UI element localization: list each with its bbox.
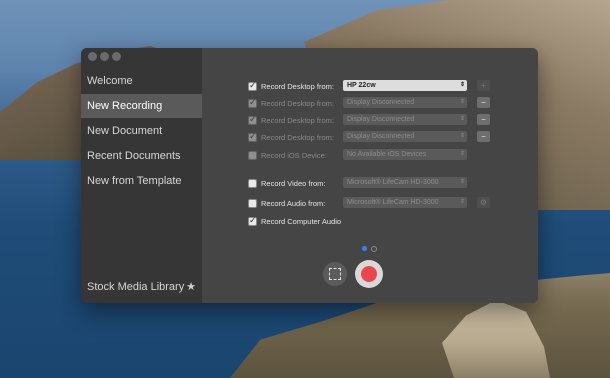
chevron-updown-icon: ⇕ xyxy=(459,199,465,205)
record-desktop-label-3: Record Desktop from: xyxy=(261,115,334,125)
record-video-label: Record Video from: xyxy=(261,178,326,188)
select-area-button[interactable] xyxy=(323,262,347,286)
sidebar-item-recent-documents[interactable]: Recent Documents xyxy=(81,144,202,168)
sidebar-item-new-document[interactable]: New Document xyxy=(81,119,202,143)
stock-media-library-link[interactable]: Stock Media Library ★ xyxy=(81,277,202,297)
record-desktop-row-1: Record Desktop from: xyxy=(248,79,347,93)
record-ios-row: Record iOS Device: xyxy=(248,148,347,162)
title-bar xyxy=(81,48,202,66)
record-desktop-checkbox-4[interactable] xyxy=(248,131,257,142)
record-desktop-select-3[interactable]: Display Disconnected ⇕ xyxy=(343,114,467,125)
record-desktop-select-3-value: Display Disconnected xyxy=(347,116,415,123)
close-window-button[interactable] xyxy=(88,52,97,61)
record-audio-row: Record Audio from: xyxy=(248,196,347,210)
sidebar-item-new-recording[interactable]: New Recording xyxy=(81,94,202,118)
sidebar-item-welcome[interactable]: Welcome xyxy=(81,69,202,93)
record-desktop-label-4: Record Desktop from: xyxy=(261,132,334,142)
record-desktop-checkbox-3[interactable] xyxy=(248,114,257,125)
record-audio-label: Record Audio from: xyxy=(261,198,326,208)
page-indicator xyxy=(362,246,377,252)
selection-area-icon xyxy=(329,268,341,280)
chevron-updown-icon: ⇕ xyxy=(459,179,465,185)
record-computer-audio-row: Record Computer Audio xyxy=(248,214,341,228)
record-desktop-row-2: Record Desktop from: xyxy=(248,96,347,110)
page-dot-2[interactable] xyxy=(371,246,377,252)
stock-media-library-label: Stock Media Library xyxy=(87,281,185,293)
record-desktop-select-2[interactable]: Display Disconnected ⇕ xyxy=(343,97,467,108)
record-desktop-label-2: Record Desktop from: xyxy=(261,98,334,108)
record-ios-select[interactable]: No Available iOS Devices ⇕ xyxy=(343,149,467,160)
recording-panel: Record Desktop from: HP 22cw ⇕ + Record … xyxy=(202,48,538,303)
record-desktop-select-2-value: Display Disconnected xyxy=(347,99,415,106)
record-desktop-select-1[interactable]: HP 22cw ⇕ xyxy=(343,80,467,91)
record-video-select[interactable]: Microsoft® LifeCam HD-3000 ⇕ xyxy=(343,177,467,188)
remove-display-button-3[interactable]: − xyxy=(477,114,490,125)
app-window: Welcome New Recording New Document Recen… xyxy=(81,48,538,303)
record-computer-audio-checkbox[interactable] xyxy=(248,215,257,226)
record-video-row: Record Video from: xyxy=(248,176,347,190)
record-ios-checkbox[interactable] xyxy=(248,150,257,160)
chevron-updown-icon: ⇕ xyxy=(459,133,465,139)
record-desktop-select-1-value: HP 22cw xyxy=(347,82,376,89)
remove-display-button-4[interactable]: − xyxy=(477,131,490,142)
sidebar: Welcome New Recording New Document Recen… xyxy=(81,48,202,303)
record-computer-audio-label: Record Computer Audio xyxy=(261,216,342,226)
record-desktop-checkbox-1[interactable] xyxy=(248,80,257,91)
chevron-updown-icon: ⇕ xyxy=(459,151,465,157)
record-desktop-checkbox-2[interactable] xyxy=(248,97,257,108)
zoom-window-button[interactable] xyxy=(112,52,121,61)
record-audio-select-value: Microsoft® LifeCam HD-3000 xyxy=(347,199,439,206)
page-dot-1[interactable] xyxy=(362,246,367,251)
record-desktop-row-3: Record Desktop from: xyxy=(248,113,347,127)
audio-settings-gear-icon[interactable]: ⚙ xyxy=(477,197,490,208)
record-icon xyxy=(361,266,377,282)
add-display-button[interactable]: + xyxy=(477,80,490,91)
record-audio-checkbox[interactable] xyxy=(248,198,257,208)
record-audio-select[interactable]: Microsoft® LifeCam HD-3000 ⇕ xyxy=(343,197,467,208)
record-ios-select-value: No Available iOS Devices xyxy=(347,151,427,158)
record-desktop-label-1: Record Desktop from: xyxy=(261,81,334,91)
chevron-updown-icon: ⇕ xyxy=(459,99,465,105)
record-video-checkbox[interactable] xyxy=(248,178,257,188)
chevron-updown-icon: ⇕ xyxy=(459,82,465,88)
sidebar-item-new-from-template[interactable]: New from Template xyxy=(81,169,202,193)
record-video-select-value: Microsoft® LifeCam HD-3000 xyxy=(347,179,439,186)
record-ios-label: Record iOS Device: xyxy=(261,150,327,160)
record-desktop-select-4-value: Display Disconnected xyxy=(347,133,415,140)
remove-display-button-2[interactable]: − xyxy=(477,97,490,108)
record-desktop-select-4[interactable]: Display Disconnected ⇕ xyxy=(343,131,467,142)
record-button[interactable] xyxy=(355,260,383,288)
chevron-updown-icon: ⇕ xyxy=(459,116,465,122)
record-desktop-row-4: Record Desktop from: xyxy=(248,130,347,144)
star-icon[interactable]: ★ xyxy=(186,277,196,297)
minimize-window-button[interactable] xyxy=(100,52,109,61)
